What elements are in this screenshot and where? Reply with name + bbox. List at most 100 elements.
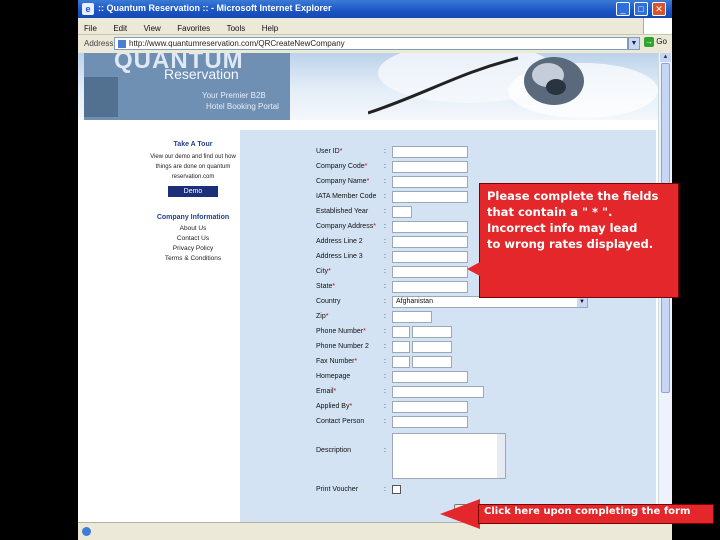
phone2-number-input[interactable] <box>412 341 452 353</box>
demo-button[interactable]: Demo <box>168 186 218 197</box>
country-value: Afghanistan <box>396 298 433 305</box>
email-input[interactable] <box>392 386 484 398</box>
colon: : <box>384 178 386 185</box>
form-row-phone-2: Phone Number 2 : <box>240 341 656 355</box>
left-arrow-icon <box>440 499 480 529</box>
field-label: User ID <box>316 148 340 155</box>
required-marker: * <box>366 178 370 185</box>
close-button[interactable]: ✕ <box>652 2 666 16</box>
iata-code-input[interactable] <box>392 191 468 203</box>
phone-area-input[interactable] <box>392 326 410 338</box>
link-contact-us[interactable]: Contact Us <box>138 235 248 242</box>
required-marker: * <box>373 223 376 230</box>
colon: : <box>384 253 386 260</box>
colon: : <box>384 238 386 245</box>
city-input[interactable] <box>392 266 468 278</box>
link-about-us[interactable]: About Us <box>138 225 248 232</box>
textarea-scrollbar[interactable] <box>497 434 505 478</box>
fax-number-input[interactable] <box>412 356 452 368</box>
menu-view[interactable]: View <box>138 21 167 33</box>
required-marker: * <box>364 163 368 170</box>
field-label: Phone Number <box>316 328 364 335</box>
form-row-user-id: User ID* : <box>240 146 656 160</box>
mouse-illustration <box>368 56 584 115</box>
callout-line: Incorrect info may lead <box>487 221 638 235</box>
homepage-input[interactable] <box>392 371 468 383</box>
form-row-country: Country : Afghanistan ▼ <box>240 296 656 310</box>
print-voucher-checkbox[interactable] <box>392 485 401 494</box>
tagline-2: Hotel Booking Portal <box>206 102 279 111</box>
colon: : <box>384 403 386 410</box>
colon: : <box>384 373 386 380</box>
address-label: Address <box>84 39 114 48</box>
address-bar: Address http://www.quantumreservation.co… <box>78 35 672 54</box>
minimize-button[interactable]: _ <box>616 2 630 16</box>
sidebar: Take A Tour View our demo and find out h… <box>138 141 248 265</box>
colon: : <box>384 208 386 215</box>
fax-area-input[interactable] <box>392 356 410 368</box>
ie-icon: e <box>82 3 94 15</box>
address-input[interactable]: http://www.quantumreservation.com/QRCrea… <box>114 37 628 50</box>
tour-text: View our demo and find out how <box>150 154 236 160</box>
company-address-input[interactable] <box>392 221 468 233</box>
menu-tools[interactable]: Tools <box>221 21 252 33</box>
field-label: IATA Member Code <box>316 193 377 200</box>
field-label: Established Year <box>316 208 369 215</box>
go-button[interactable]: → Go <box>644 37 668 50</box>
colon: : <box>384 343 386 350</box>
form-row-print-voucher: Print Voucher : <box>240 484 656 498</box>
field-label: Company Address <box>316 223 374 230</box>
callout-tail <box>467 262 480 276</box>
colon: : <box>384 388 386 395</box>
required-marker: * <box>328 268 331 275</box>
form-row-phone: Phone Number* : <box>240 326 656 340</box>
zip-input[interactable] <box>392 311 432 323</box>
address-dropdown-icon[interactable]: ▼ <box>628 37 640 50</box>
callout-line: that contain a " * ". <box>487 205 613 219</box>
contact-person-input[interactable] <box>392 416 468 428</box>
field-label: Address Line 3 <box>316 253 363 260</box>
colon: : <box>384 328 386 335</box>
menu-edit[interactable]: Edit <box>107 21 133 33</box>
chevron-down-icon: ▼ <box>577 297 587 307</box>
link-terms[interactable]: Terms & Conditions <box>138 255 248 262</box>
field-label: Zip <box>316 313 326 320</box>
tour-text: things are done on quantum <box>155 164 231 170</box>
menu-help[interactable]: Help <box>256 21 284 33</box>
tour-text: reservation.com <box>171 174 215 180</box>
field-label: Company Name <box>316 178 367 185</box>
colon: : <box>384 313 386 320</box>
colon: : <box>384 163 386 170</box>
page-icon <box>118 40 126 48</box>
form-row-contact-person: Contact Person : <box>240 416 656 430</box>
company-name-input[interactable] <box>392 176 468 188</box>
menu-file[interactable]: File <box>78 21 103 33</box>
phone2-area-input[interactable] <box>392 341 410 353</box>
company-info-heading: Company Information <box>156 214 230 221</box>
arrow-callout-text: Click here upon completing the form <box>484 506 691 517</box>
field-label: Fax Number <box>316 358 355 365</box>
description-textarea[interactable] <box>392 433 506 479</box>
address-url: http://www.quantumreservation.com/QRCrea… <box>129 39 345 48</box>
established-year-input[interactable] <box>392 206 412 218</box>
link-privacy-policy[interactable]: Privacy Policy <box>138 245 248 252</box>
colon: : <box>384 447 386 454</box>
address-line-2-input[interactable] <box>392 236 468 248</box>
window-title: :: Quantum Reservation :: - Microsoft In… <box>98 3 332 13</box>
user-id-input[interactable] <box>392 146 468 158</box>
menu-bar: File Edit View Favorites Tools Help <box>78 18 672 35</box>
address-line-3-input[interactable] <box>392 251 468 263</box>
state-input[interactable] <box>392 281 468 293</box>
required-marker: * <box>339 148 343 155</box>
go-arrow-icon: → <box>644 37 654 47</box>
scroll-up-icon[interactable]: ▲ <box>660 53 671 62</box>
field-label: Phone Number 2 <box>316 343 369 350</box>
colon: : <box>384 298 386 305</box>
form-row-fax: Fax Number* : <box>240 356 656 370</box>
colon: : <box>384 358 386 365</box>
maximize-button[interactable]: □ <box>634 2 648 16</box>
menu-favorites[interactable]: Favorites <box>171 21 216 33</box>
applied-by-input[interactable] <box>392 401 468 413</box>
company-code-input[interactable] <box>392 161 468 173</box>
phone-number-input[interactable] <box>412 326 452 338</box>
